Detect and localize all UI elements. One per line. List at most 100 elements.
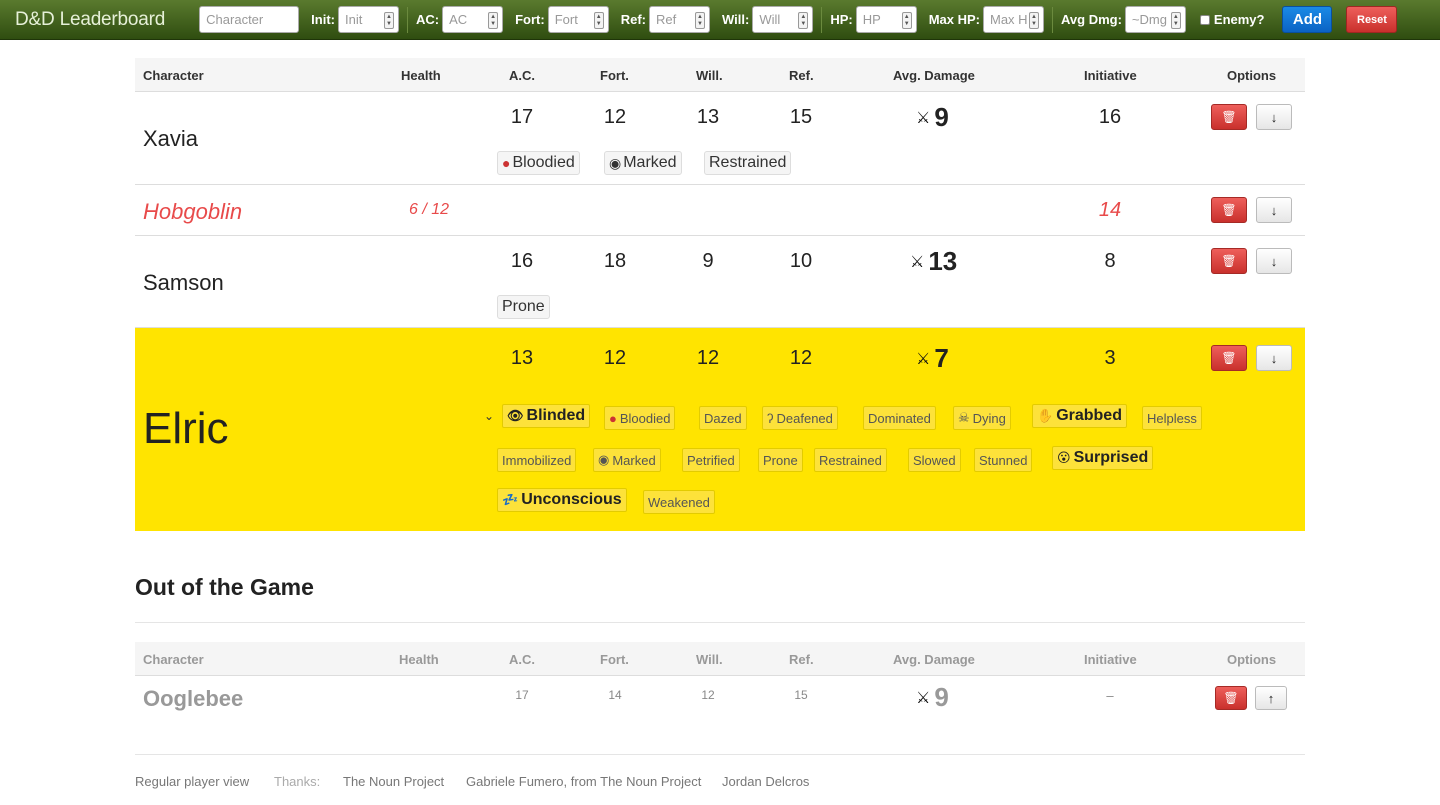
will-value: 13 xyxy=(696,106,720,128)
avgdmg-input[interactable]: ~Dmg ▲ ▼ xyxy=(1124,6,1186,33)
blood-drop-icon: ● xyxy=(609,410,617,426)
add-button[interactable]: Add xyxy=(1282,6,1333,33)
table-row: Xavia 17 12 13 15 ⚔ 9 16 🗑 ↓ ● Bloodied … xyxy=(135,92,1305,185)
skull-icon: ☠ xyxy=(958,410,970,425)
ac-input[interactable]: AC ▲ ▼ xyxy=(442,6,504,33)
col-fort: Fort. xyxy=(600,652,629,667)
condition-restrained[interactable]: Restrained xyxy=(814,448,887,472)
condition-label: Deafened xyxy=(776,410,833,426)
condition-label: Immobilized xyxy=(502,452,572,468)
condition-dazed[interactable]: Dazed xyxy=(699,406,747,430)
condition-blinded[interactable]: 👁 Blinded xyxy=(502,404,591,428)
move-in-button[interactable]: ↑ xyxy=(1255,686,1287,710)
condition-prone[interactable]: Prone xyxy=(497,295,550,319)
hp-input[interactable]: HP ▲ ▼ xyxy=(855,6,917,33)
condition-marked[interactable]: ◉ Marked xyxy=(604,151,682,175)
condition-surprised[interactable]: 😮 Surprised xyxy=(1052,446,1154,470)
ac-placeholder: AC xyxy=(449,12,468,27)
enemy-checkbox[interactable] xyxy=(1199,14,1210,25)
will-input[interactable]: Will ▲ ▼ xyxy=(752,6,814,33)
will-label: Will: xyxy=(721,12,750,27)
fort-input[interactable]: Fort ▲ ▼ xyxy=(547,6,609,33)
character-name: Elric xyxy=(143,404,229,453)
will-spinner-icon[interactable]: ▲ ▼ xyxy=(798,12,809,29)
condition-stunned[interactable]: Stunned xyxy=(974,448,1033,472)
condition-bloodied[interactable]: ● Bloodied xyxy=(497,151,580,175)
initiative-value: 14 xyxy=(1098,199,1122,221)
surprised-face-icon: 😮 xyxy=(1057,450,1071,465)
avgdmg-spinner-icon[interactable]: ▲ ▼ xyxy=(1170,12,1181,29)
condition-prone[interactable]: Prone xyxy=(758,448,803,472)
will-value: 12 xyxy=(701,688,715,702)
trash-icon: 🗑 xyxy=(1221,203,1237,217)
delete-button[interactable]: 🗑 xyxy=(1211,345,1247,371)
hp-spinner-icon[interactable]: ▲ ▼ xyxy=(901,12,912,29)
init-spinner-icon[interactable]: ▲ ▼ xyxy=(383,12,394,29)
condition-label: Grabbed xyxy=(1056,407,1122,424)
footer-divider xyxy=(135,754,1305,755)
collapse-chevron-icon[interactable]: ⌄ xyxy=(484,409,494,423)
move-out-button[interactable]: ↓ xyxy=(1256,248,1292,274)
initiative-value: 3 xyxy=(1104,347,1116,369)
arrow-down-icon: ↓ xyxy=(1270,253,1278,269)
condition-grabbed[interactable]: ✋ Grabbed xyxy=(1032,404,1127,428)
condition-label: Restrained xyxy=(709,154,787,171)
init-input[interactable]: Init ▲ ▼ xyxy=(337,6,399,33)
condition-label: Blinded xyxy=(526,407,586,424)
condition-dying[interactable]: ☠ Dying xyxy=(953,406,1011,430)
condition-label: Unconscious xyxy=(521,491,622,508)
character-input[interactable]: Character xyxy=(199,6,300,33)
ac-value: 13 xyxy=(510,347,534,369)
move-out-button[interactable]: ↓ xyxy=(1256,197,1292,223)
col-health: Health xyxy=(401,68,441,83)
condition-petrified[interactable]: Petrified xyxy=(682,448,740,472)
maxhp-spinner-icon[interactable]: ▲ ▼ xyxy=(1029,12,1039,29)
table-row-enemy: Hobgoblin 6 / 12 14 🗑 ↓ xyxy=(135,185,1305,236)
condition-slowed[interactable]: Slowed xyxy=(908,448,961,472)
move-out-button[interactable]: ↓ xyxy=(1256,345,1292,371)
fort-value: 18 xyxy=(603,250,627,272)
col-ac: A.C. xyxy=(509,652,535,667)
delete-button[interactable]: 🗑 xyxy=(1215,686,1247,710)
condition-unconscious[interactable]: 💤 Unconscious xyxy=(497,488,627,512)
leaderboard-table: Character Health A.C. Fort. Will. Ref. A… xyxy=(135,58,1305,531)
ac-value: 17 xyxy=(515,688,529,702)
initiative-value: 16 xyxy=(1098,106,1122,128)
col-will: Will. xyxy=(696,652,723,667)
condition-marked[interactable]: ◉ Marked xyxy=(593,448,661,472)
app-title[interactable]: D&D Leaderboard xyxy=(15,9,165,31)
condition-dominated[interactable]: Dominated xyxy=(863,406,936,430)
col-avg-damage: Avg. Damage xyxy=(893,68,975,83)
fort-spinner-icon[interactable]: ▲ ▼ xyxy=(593,12,604,29)
delete-button[interactable]: 🗑 xyxy=(1211,248,1247,274)
credit-link-2[interactable]: Gabriele Fumero, from The Noun Project xyxy=(466,774,701,789)
fort-value: 12 xyxy=(603,347,627,369)
reset-button[interactable]: Reset xyxy=(1346,6,1398,33)
move-out-button[interactable]: ↓ xyxy=(1256,104,1292,130)
maxhp-input[interactable]: Max H ▲ ▼ xyxy=(983,6,1044,33)
ref-input[interactable]: Ref ▲ ▼ xyxy=(648,6,710,33)
delete-button[interactable]: 🗑 xyxy=(1211,197,1247,223)
ref-spinner-icon[interactable]: ▲ ▼ xyxy=(694,12,705,29)
eye-icon: 👁 xyxy=(507,408,524,423)
condition-restrained[interactable]: Restrained xyxy=(704,151,792,175)
col-options: Options xyxy=(1227,652,1277,667)
credit-link-1[interactable]: The Noun Project xyxy=(343,774,444,789)
condition-weakened[interactable]: Weakened xyxy=(643,490,715,514)
player-view-link[interactable]: Regular player view xyxy=(135,774,249,789)
sword-icon: ⚔ xyxy=(910,253,925,271)
ac-spinner-icon[interactable]: ▲ ▼ xyxy=(488,12,499,29)
delete-button[interactable]: 🗑 xyxy=(1211,104,1247,130)
condition-bloodied[interactable]: ● Bloodied xyxy=(604,406,676,430)
top-navbar: D&D Leaderboard Character Init: Init ▲ ▼ … xyxy=(0,0,1440,40)
table-row-active: Elric 13 12 12 12 ⚔ 7 3 🗑 ↓ ⌄ 👁 Blinded … xyxy=(135,328,1305,531)
condition-immobilized[interactable]: Immobilized xyxy=(497,448,577,472)
condition-deafened[interactable]: ʔ Deafened xyxy=(762,406,838,430)
credit-link-3[interactable]: Jordan Delcros xyxy=(722,774,809,789)
condition-label: Prone xyxy=(763,452,798,468)
condition-helpless[interactable]: Helpless xyxy=(1142,406,1202,430)
col-options: Options xyxy=(1227,68,1277,83)
table-header: Character Health A.C. Fort. Will. Ref. A… xyxy=(135,642,1305,676)
ac-value: 16 xyxy=(510,250,534,272)
col-character: Character xyxy=(143,68,204,83)
